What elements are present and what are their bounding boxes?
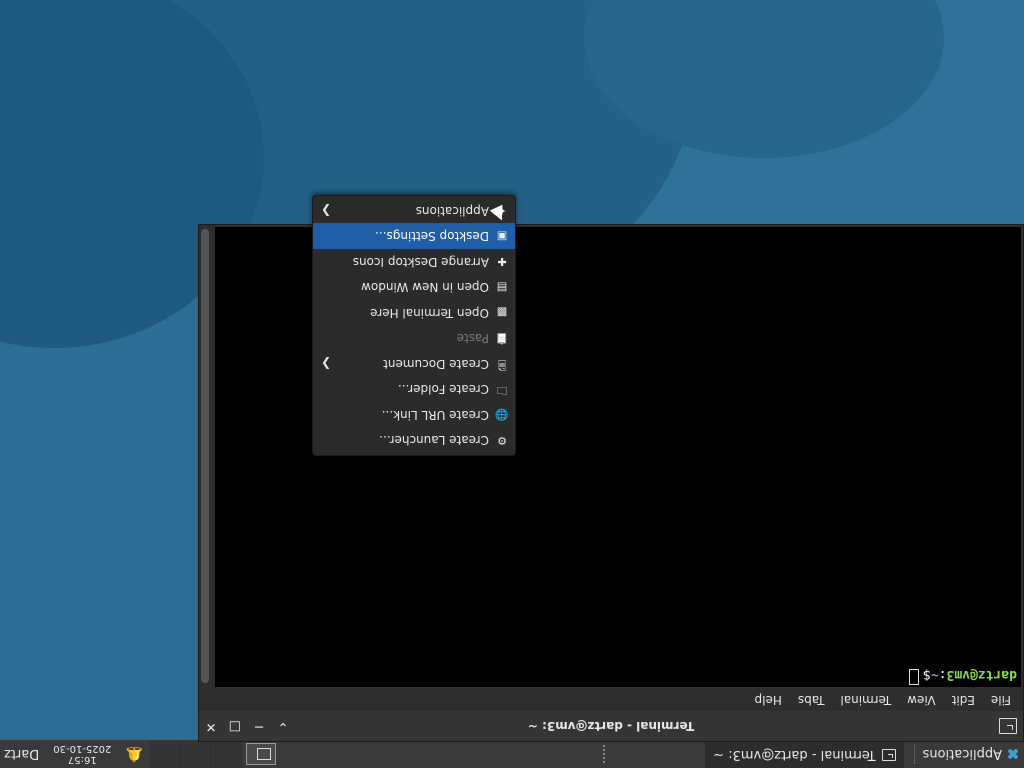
shell-prompt: dartz@vm3:~$ bbox=[909, 667, 1017, 685]
menu-tabs[interactable]: Tabs bbox=[798, 693, 825, 707]
workspace-switcher-2[interactable] bbox=[211, 740, 243, 768]
window-titlebar[interactable]: Terminal - dartz@vm3: ~ ⌄ − □ ✕ bbox=[199, 711, 1023, 741]
menu-help[interactable]: Help bbox=[755, 693, 782, 707]
text-cursor bbox=[909, 669, 920, 685]
terminal-icon bbox=[881, 749, 896, 761]
menu-item-create-launcher[interactable]: ⚙ Create Launcher... bbox=[313, 428, 515, 454]
user-menu[interactable]: Dartz bbox=[0, 747, 45, 762]
applications-menu-button[interactable]: Applications bbox=[917, 740, 1024, 768]
chevron-right-icon: ❯ bbox=[321, 203, 332, 218]
top-panel: Applications Terminal - dartz@vm3: ~ 🔔 1… bbox=[0, 740, 1024, 768]
workspace-switcher-1[interactable] bbox=[246, 743, 277, 765]
menu-item-create-url-link[interactable]: 🌐 Create URL Link... bbox=[313, 402, 515, 428]
clock-time: 16:57 bbox=[67, 754, 97, 765]
desktop-context-menu: ⚙ Create Launcher... 🌐 Create URL Link..… bbox=[312, 195, 516, 456]
panel-clock[interactable]: 16:57 2025-10-30 bbox=[45, 743, 119, 765]
prompt-user-host: dartz@vm3 bbox=[946, 667, 1017, 682]
window-title: Terminal - dartz@vm3: ~ bbox=[527, 719, 695, 733]
prompt-colon: : bbox=[938, 667, 947, 682]
terminal-menubar: File Edit View Terminal Tabs Help bbox=[199, 689, 1023, 711]
xfce-logo-icon bbox=[1006, 747, 1020, 761]
menu-edit[interactable]: Edit bbox=[952, 693, 975, 707]
clock-date: 2025-10-30 bbox=[53, 743, 112, 754]
launcher-icon: ⚙ bbox=[497, 433, 507, 447]
close-button[interactable]: ✕ bbox=[205, 719, 217, 734]
prompt-path: ~ bbox=[930, 667, 939, 682]
menu-file[interactable]: File bbox=[991, 693, 1011, 707]
window-menu-chevron-icon[interactable]: ⌄ bbox=[277, 719, 289, 734]
link-icon: 🌐 bbox=[495, 408, 509, 422]
notification-bell-icon[interactable]: 🔔 bbox=[119, 746, 149, 762]
taskbar-terminal-label: Terminal - dartz@vm3: ~ bbox=[713, 747, 876, 763]
screen-rotated: Applications Terminal - dartz@vm3: ~ 🔔 1… bbox=[0, 0, 1024, 768]
terminal-scrollbar[interactable] bbox=[201, 229, 209, 683]
arrange-icon: ✚ bbox=[497, 255, 507, 269]
menu-item-arrange-desktop-icons[interactable]: ✚ Arrange Desktop Icons bbox=[313, 249, 515, 275]
taskbar-terminal-button[interactable]: Terminal - dartz@vm3: ~ bbox=[705, 740, 904, 768]
workspace-switcher-3[interactable] bbox=[180, 740, 212, 768]
terminal-icon: ▩ bbox=[496, 306, 508, 320]
maximize-button[interactable]: □ bbox=[229, 719, 241, 734]
panel-separator bbox=[905, 744, 915, 764]
menu-item-open-in-new-window[interactable]: ▤ Open in New Window bbox=[313, 275, 515, 301]
menu-item-desktop-settings[interactable]: ▣ Desktop Settings... bbox=[313, 223, 515, 249]
menu-terminal[interactable]: Terminal bbox=[840, 693, 891, 707]
window-icon: ▤ bbox=[496, 280, 508, 294]
minimize-button[interactable]: − bbox=[253, 719, 265, 734]
settings-icon: ▣ bbox=[496, 229, 508, 243]
chevron-right-icon: ❯ bbox=[321, 356, 332, 371]
workspace-switcher-4[interactable] bbox=[149, 740, 181, 768]
menu-item-paste[interactable]: 📋 Paste bbox=[313, 326, 515, 352]
prompt-dollar: $ bbox=[923, 667, 931, 682]
document-icon: 🗎 bbox=[497, 358, 507, 372]
menu-item-open-terminal-here[interactable]: ▩ Open Terminal Here bbox=[313, 300, 515, 326]
menu-item-create-folder[interactable]: 🗀 Create Folder... bbox=[313, 377, 515, 403]
applications-menu-label: Applications bbox=[922, 746, 1002, 762]
panel-handle[interactable] bbox=[601, 745, 606, 763]
menu-view[interactable]: View bbox=[907, 693, 935, 707]
menu-item-create-document[interactable]: 🗎 Create Document ❯ bbox=[313, 351, 515, 377]
paste-icon: 📋 bbox=[495, 331, 509, 345]
folder-icon: 🗀 bbox=[496, 383, 508, 397]
menu-item-applications[interactable]: ✦ Applications ❯ bbox=[313, 198, 515, 224]
